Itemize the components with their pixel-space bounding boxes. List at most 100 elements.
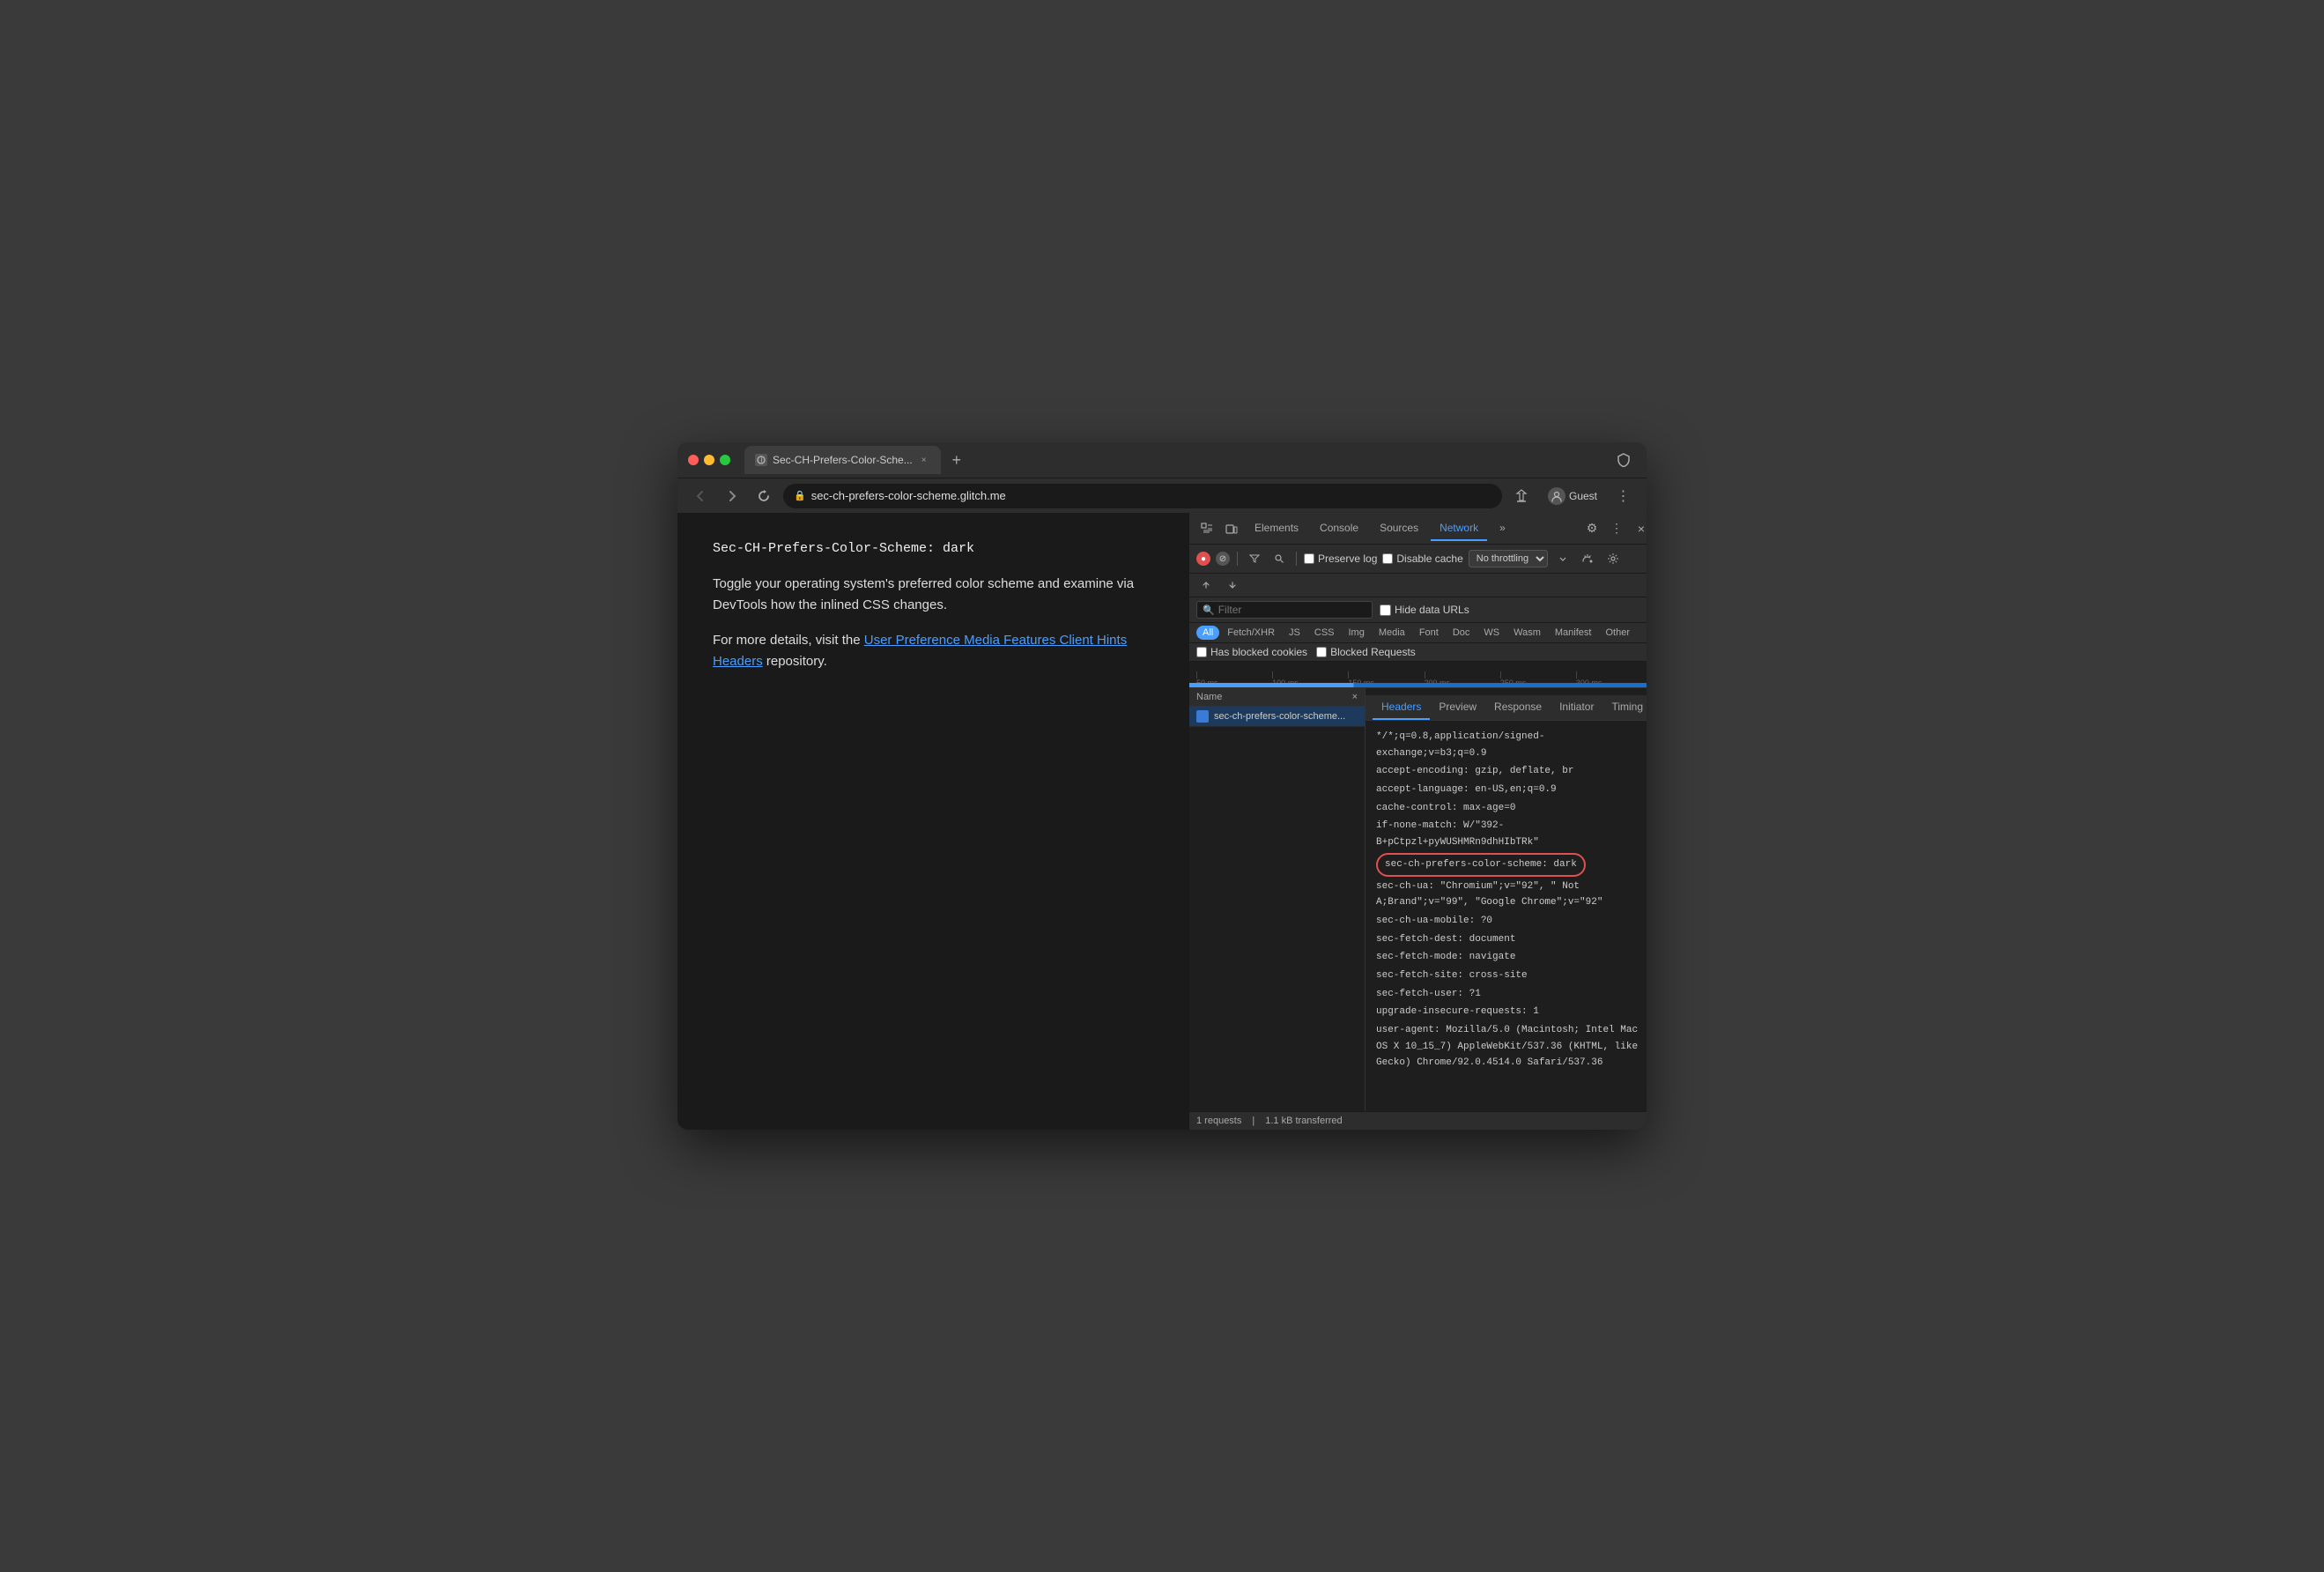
filter-button[interactable] [1245, 549, 1264, 568]
upload-icon[interactable] [1196, 575, 1216, 595]
blocked-cookies-checkbox[interactable] [1196, 647, 1207, 657]
preserve-log-label[interactable]: Preserve log [1304, 552, 1377, 565]
reload-button[interactable] [751, 484, 776, 508]
network-toolbar: ● ⊘ Preserve log Disable cache [1189, 545, 1647, 574]
header-line-5: sec-ch-prefers-color-scheme: dark [1376, 852, 1647, 878]
close-traffic-light[interactable] [688, 455, 699, 465]
browser-tab[interactable]: Sec-CH-Prefers-Color-Sche... × [744, 446, 941, 474]
devtools-tab-elements[interactable]: Elements [1246, 516, 1307, 541]
clear-button[interactable]: ⊘ [1216, 552, 1230, 566]
type-filter-img[interactable]: Img [1343, 626, 1371, 640]
network-conditions-icon[interactable] [1578, 549, 1597, 568]
header-line-4: if-none-match: W/"392-B+pCtpzl+pyWUSHMRn… [1376, 817, 1647, 851]
address-input-bar[interactable]: 🔒 sec-ch-prefers-color-scheme.glitch.me [783, 484, 1502, 508]
header-line-10: sec-fetch-site: cross-site [1376, 967, 1647, 985]
disable-cache-label[interactable]: Disable cache [1382, 552, 1462, 565]
devtools-select-tool[interactable] [1196, 518, 1218, 539]
preserve-log-checkbox[interactable] [1304, 553, 1314, 564]
status-bar: 1 requests | 1.1 kB transferred [1189, 1111, 1647, 1130]
minimize-traffic-light[interactable] [704, 455, 714, 465]
header-line-12: upgrade-insecure-requests: 1 [1376, 1003, 1647, 1021]
search-network-button[interactable] [1269, 549, 1289, 568]
headers-content: */*;q=0.8,application/signed-exchange;v=… [1366, 721, 1647, 1079]
new-tab-button[interactable]: + [944, 448, 969, 472]
devtools-tab-console[interactable]: Console [1311, 516, 1367, 541]
browser-more-button[interactable]: ⋮ [1611, 484, 1636, 508]
separator-1 [1237, 552, 1238, 566]
timeline-bar: 50 ms 100 ms 150 ms 200 ms [1189, 662, 1647, 688]
tab-close-button[interactable]: × [918, 454, 930, 466]
title-bar-right [1611, 448, 1636, 472]
throttle-arrow[interactable] [1553, 549, 1573, 568]
tab-label: Sec-CH-Prefers-Color-Sche... [773, 454, 913, 466]
header-line-3: cache-control: max-age=0 [1376, 799, 1647, 818]
cookie-filter-bar: Has blocked cookies Blocked Requests [1189, 643, 1647, 662]
type-filter-doc[interactable]: Doc [1447, 626, 1477, 640]
back-button[interactable] [688, 484, 713, 508]
disable-cache-checkbox[interactable] [1382, 553, 1393, 564]
webpage-content: Sec-CH-Prefers-Color-Scheme: dark Toggle… [677, 513, 1188, 1130]
devtools-toolbar-right: ⚙ ⋮ × [1581, 518, 1647, 539]
hide-data-urls-checkbox[interactable] [1380, 604, 1391, 616]
detail-tab-initiator[interactable]: Initiator [1551, 695, 1602, 720]
devtools-device-toggle[interactable] [1221, 518, 1242, 539]
header-line-13: user-agent: Mozilla/5.0 (Macintosh; Inte… [1376, 1021, 1647, 1072]
devtools-tab-bar: Elements Console Sources Network » ⚙ ⋮ × [1189, 513, 1647, 545]
network-settings-button[interactable] [1602, 548, 1624, 569]
record-button[interactable]: ● [1196, 552, 1210, 566]
detail-panel: Headers Preview Response Initiator Timin [1366, 688, 1647, 1111]
maximize-traffic-light[interactable] [720, 455, 730, 465]
header-highlighted-5: sec-ch-prefers-color-scheme: dark [1376, 853, 1586, 877]
devtools-tab-more[interactable]: » [1491, 516, 1514, 541]
type-filter-css[interactable]: CSS [1308, 626, 1341, 640]
devtools-tab-sources[interactable]: Sources [1371, 516, 1427, 541]
blocked-cookies-label[interactable]: Has blocked cookies [1196, 646, 1307, 658]
type-filter-bar: All Fetch/XHR JS CSS Img Media F [1189, 623, 1647, 643]
type-filter-manifest[interactable]: Manifest [1549, 626, 1598, 640]
blocked-requests-checkbox[interactable] [1316, 647, 1327, 657]
detail-tab-preview[interactable]: Preview [1430, 695, 1485, 720]
devtools-more-button[interactable]: ⋮ [1606, 518, 1627, 539]
type-filter-all[interactable]: All [1196, 626, 1219, 640]
type-filter-media[interactable]: Media [1373, 626, 1411, 640]
profile-label: Guest [1569, 490, 1597, 502]
header-line-11: sec-fetch-user: ?1 [1376, 985, 1647, 1004]
type-filter-other[interactable]: Other [1599, 626, 1636, 640]
blocked-requests-label[interactable]: Blocked Requests [1316, 646, 1416, 658]
type-filter-fetchxhr[interactable]: Fetch/XHR [1221, 626, 1281, 640]
request-favicon-0 [1196, 710, 1209, 723]
hide-data-urls-label[interactable]: Hide data URLs [1380, 604, 1469, 616]
filter-input[interactable] [1218, 604, 1359, 616]
devtools-close-button[interactable]: × [1631, 518, 1647, 539]
header-line-0: */*;q=0.8,application/signed-exchange;v=… [1376, 728, 1647, 762]
header-line-1: accept-encoding: gzip, deflate, br [1376, 762, 1647, 781]
detail-tab-timing[interactable]: Timing [1602, 695, 1647, 720]
header-line-8: sec-fetch-dest: document [1376, 931, 1647, 949]
filter-input-wrap: 🔍 [1196, 601, 1373, 619]
filter-search-icon: 🔍 [1203, 604, 1215, 616]
request-list-container: Name × sec-ch-prefers-color-scheme... He… [1189, 688, 1647, 1111]
webpage-paragraph-1: Toggle your operating system's preferred… [713, 574, 1153, 616]
browser-window: Sec-CH-Prefers-Color-Sche... × + 🔒 sec-c… [677, 442, 1647, 1130]
detail-tabs: Headers Preview Response Initiator Timin [1366, 695, 1647, 721]
status-requests: 1 requests [1196, 1116, 1241, 1126]
type-filter-js[interactable]: JS [1283, 626, 1306, 640]
detail-tab-headers[interactable]: Headers [1373, 695, 1430, 720]
header-line-7: sec-ch-ua-mobile: ?0 [1376, 912, 1647, 931]
devtools-settings-button[interactable]: ⚙ [1581, 518, 1602, 539]
profile-button[interactable]: Guest [1541, 484, 1604, 508]
forward-button[interactable] [720, 484, 744, 508]
detail-tab-response[interactable]: Response [1485, 695, 1551, 720]
type-filter-ws[interactable]: WS [1477, 626, 1506, 640]
type-filter-font[interactable]: Font [1413, 626, 1445, 640]
header-line-9: sec-fetch-mode: navigate [1376, 948, 1647, 967]
downloads-icon[interactable] [1509, 484, 1534, 508]
title-bar: Sec-CH-Prefers-Color-Sche... × + [677, 442, 1647, 478]
download-icon[interactable] [1223, 575, 1242, 595]
throttle-select[interactable]: No throttling [1469, 550, 1548, 567]
address-bar: 🔒 sec-ch-prefers-color-scheme.glitch.me … [677, 478, 1647, 513]
request-item-0[interactable]: sec-ch-prefers-color-scheme... [1189, 707, 1365, 727]
extension-icon[interactable] [1611, 448, 1636, 472]
type-filter-wasm[interactable]: Wasm [1507, 626, 1547, 640]
devtools-tab-network[interactable]: Network [1431, 516, 1487, 541]
